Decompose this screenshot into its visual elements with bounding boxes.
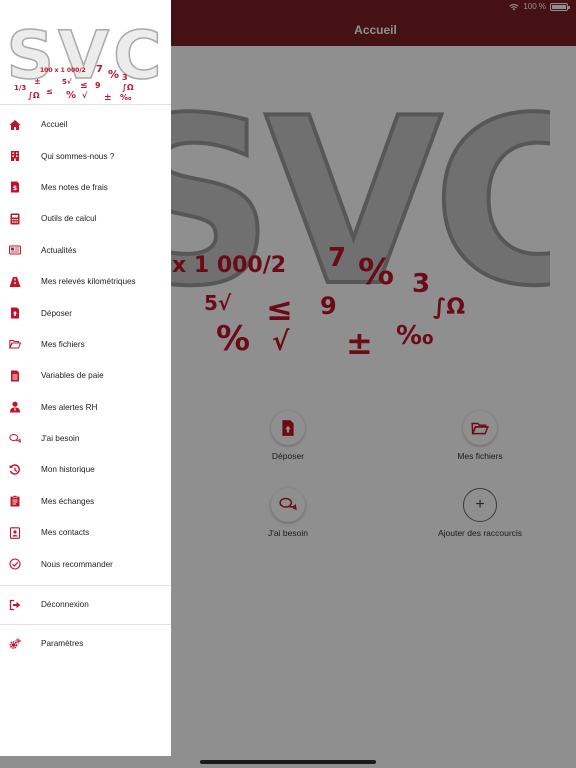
menu-item-label: Nous recommander [41,559,113,569]
menu-item-j-ai-besoin[interactable]: J'ai besoin [0,423,171,454]
file-text-icon [9,370,21,382]
file-upload-icon [9,307,21,319]
menu-item-label: Mes alertes RH [41,402,98,412]
menu-item-label: Déposer [41,308,72,318]
clipboard-icon [9,495,21,507]
svc-drawer-logo: SVC 100 x 1 000/2 7 % 3 1/3 ± 5√ ≤ 9 ∫Ω … [8,20,162,102]
menu-item-label: Qui sommes-nous ? [41,151,115,161]
svg-text:100 x 1 000/2: 100 x 1 000/2 [40,67,86,74]
svg-text:7: 7 [96,64,103,75]
cogs-icon [9,638,21,650]
menu-item-qui-sommes-nous[interactable]: Qui sommes-nous ? [0,140,171,171]
history-icon [9,464,21,476]
menu-item-label: Mes fichiers [41,339,85,349]
menu-item-label: Accueil [41,120,68,130]
menu-item-alertes-rh[interactable]: Mes alertes RH [0,392,171,423]
menu-item-label: J'ai besoin [41,434,80,444]
menu-item-deconnexion[interactable]: Déconnexion [0,586,171,624]
chat-bubbles-icon [9,433,21,445]
menu-item-label: Déconnexion [41,600,89,610]
svg-text:%: % [108,68,119,81]
drawer-menu: Accueil Qui sommes-nous ? $ Mes notes de… [0,109,171,663]
check-circle-icon [9,558,21,570]
svg-text:±: ± [104,93,112,102]
svg-text:√: √ [82,91,88,100]
road-icon [9,276,21,288]
menu-item-label: Paramètres [41,639,84,649]
home-indicator[interactable] [200,760,376,764]
svg-text:5√: 5√ [62,78,72,86]
svg-text:≤: ≤ [80,81,88,91]
menu-item-echanges[interactable]: Mes échanges [0,486,171,517]
menu-item-label: Actualités [41,245,77,255]
menu-item-historique[interactable]: Mon historique [0,454,171,485]
sign-out-icon [9,599,21,611]
menu-item-outils-de-calcul[interactable]: Outils de calcul [0,203,171,234]
menu-item-label: Outils de calcul [41,214,97,224]
menu-item-label: Mes notes de frais [41,182,108,192]
menu-item-releves-kilometriques[interactable]: Mes relevés kilométriques [0,266,171,297]
menu-item-actualites[interactable]: Actualités [0,235,171,266]
svg-text:1/3: 1/3 [14,84,26,92]
menu-item-mes-fichiers[interactable]: Mes fichiers [0,329,171,360]
home-icon [9,119,21,131]
menu-item-contacts[interactable]: Mes contacts [0,517,171,548]
svg-text:%: % [66,90,76,101]
folder-open-icon [9,338,21,350]
building-icon [9,150,21,162]
menu-item-label: Variables de paie [41,371,104,381]
menu-item-accueil[interactable]: Accueil [0,109,171,140]
drawer-divider [0,104,171,105]
menu-item-deposer[interactable]: Déposer [0,297,171,328]
svg-text:3: 3 [122,73,128,82]
menu-item-notes-de-frais[interactable]: $ Mes notes de frais [0,172,171,203]
menu-item-label: Mes échanges [41,496,95,506]
svg-text:∫Ω: ∫Ω [122,83,134,92]
svg-text:≤: ≤ [46,87,53,96]
svg-text:∫Ω: ∫Ω [28,91,40,100]
menu-item-variables-de-paie[interactable]: Variables de paie [0,360,171,391]
navigation-drawer: SVC 100 x 1 000/2 7 % 3 1/3 ± 5√ ≤ 9 ∫Ω … [0,0,171,756]
menu-item-parametres[interactable]: Paramètres [0,625,171,663]
newspaper-icon [9,244,21,256]
menu-item-label: Mes relevés kilométriques [41,277,136,287]
svg-text:$: $ [13,185,17,192]
user-tie-icon [9,401,21,413]
svg-text:9: 9 [95,81,101,90]
calculator-icon [9,213,21,225]
menu-item-label: Mes contacts [41,528,90,538]
svg-text:±: ± [34,77,41,86]
contact-card-icon [9,527,21,539]
menu-item-nous-recommander[interactable]: Nous recommander [0,548,171,579]
svg-text:‰: ‰ [120,93,132,102]
receipt-icon: $ [9,181,21,193]
menu-item-label: Mon historique [41,465,95,475]
